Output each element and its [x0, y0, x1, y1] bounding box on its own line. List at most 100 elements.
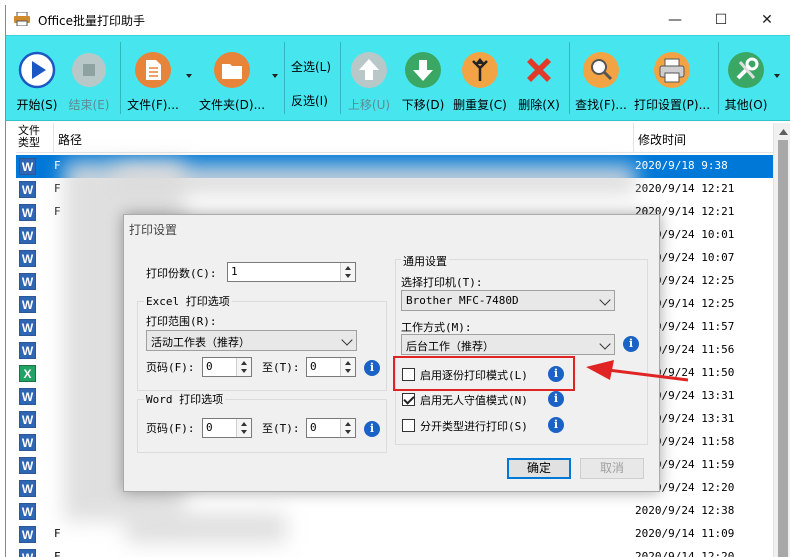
delete-button[interactable]: 删除(X) [514, 36, 564, 120]
table-row[interactable]: W F 2020/9/14 12:20 [16, 546, 773, 557]
redacted-path-area [116, 165, 636, 195]
maximize-button[interactable]: ☐ [698, 5, 744, 35]
row-modified-time: 2020/9/14 11:09 [635, 527, 735, 540]
word-file-icon: W [19, 480, 36, 497]
file-icon [133, 50, 173, 90]
spin-up-icon[interactable] [345, 361, 351, 365]
word-file-icon: W [19, 503, 36, 520]
app-root: Office批量打印助手 — ☐ ✕ 开始(S) 结束(E) 文件(F)... … [0, 0, 790, 557]
word-file-icon: W [19, 342, 36, 359]
spin-up-icon[interactable] [241, 361, 247, 365]
unattended-checkbox[interactable] [402, 393, 415, 406]
move-down-button[interactable]: 下移(D) [398, 36, 448, 120]
page-to-spinner[interactable]: 0 [306, 357, 356, 377]
excel-info-icon[interactable]: i [364, 360, 380, 376]
column-header-path[interactable]: 路径 [54, 123, 634, 153]
printer-label: 选择打印机(T): [401, 276, 483, 289]
range-value: 活动工作表（推荐） [151, 336, 250, 349]
ok-button[interactable]: 确定 [507, 458, 571, 479]
spin-up-icon[interactable] [345, 422, 351, 426]
stop-button[interactable]: 结束(E) [66, 36, 112, 120]
general-group-label: 通用设置 [401, 253, 449, 269]
other-button[interactable]: 其他(O) [722, 36, 770, 120]
svg-text:W: W [22, 436, 34, 450]
page-from-spinner[interactable]: 0 [202, 357, 252, 377]
excel-group-label: Excel 打印选项 [144, 293, 232, 309]
redacted-path-area [126, 513, 286, 543]
range-label: 打印范围(R): [146, 315, 217, 328]
column-type-line2: 类型 [18, 136, 40, 149]
row-path: F [54, 550, 61, 557]
svg-text:W: W [22, 229, 34, 243]
word-file-icon: W [19, 411, 36, 428]
word-file-icon: W [19, 319, 36, 336]
word-file-icon: W [19, 204, 36, 221]
word-file-icon: W [19, 388, 36, 405]
find-button[interactable]: 查找(F)... [573, 36, 629, 120]
arrow-down-icon [403, 50, 443, 90]
work-mode-value: 后台工作（推荐） [406, 340, 494, 353]
spin-down-icon[interactable] [241, 369, 247, 373]
printer-select[interactable]: Brother MFC-7480D [401, 290, 615, 311]
scroll-up-icon[interactable] [774, 123, 790, 140]
row-modified-time: 2020/9/18 9:38 [635, 159, 728, 172]
vertical-scrollbar[interactable] [773, 123, 790, 557]
work-mode-label: 工作方式(M): [401, 321, 472, 334]
spin-up-icon[interactable] [345, 266, 351, 270]
copies-spinner[interactable]: 1 [227, 262, 356, 282]
file-dropdown-arrow[interactable] [186, 74, 192, 78]
word-file-icon: W [19, 457, 36, 474]
column-header-time[interactable]: 修改时间 [634, 123, 773, 153]
spin-up-icon[interactable] [241, 422, 247, 426]
work-mode-info-icon[interactable]: i [623, 336, 639, 352]
folder-dropdown-arrow[interactable] [272, 74, 278, 78]
move-up-button[interactable]: 上移(U) [344, 36, 394, 120]
delete-duplicates-button[interactable]: 删重复(C) [452, 36, 508, 120]
spin-down-icon[interactable] [345, 430, 351, 434]
print-settings-button[interactable]: 打印设置(P)... [633, 36, 711, 120]
cancel-button[interactable]: 取消 [580, 458, 644, 479]
svg-text:W: W [22, 482, 34, 496]
scrollbar-thumb[interactable] [778, 140, 788, 557]
column-path-label: 路径 [58, 133, 83, 147]
spin-down-icon[interactable] [345, 274, 351, 278]
arrow-up-icon [349, 50, 389, 90]
print-by-type-info-icon[interactable]: i [548, 417, 564, 433]
stop-label: 结束(E) [68, 98, 110, 112]
svg-text:W: W [22, 528, 34, 542]
range-select[interactable]: 活动工作表（推荐） [146, 330, 357, 351]
print-by-type-checkbox[interactable] [402, 419, 415, 432]
title-bar: Office批量打印助手 — ☐ ✕ [6, 5, 790, 35]
add-folder-button[interactable]: 文件夹(D)... [196, 36, 268, 120]
close-button[interactable]: ✕ [744, 5, 790, 35]
spin-down-icon[interactable] [241, 430, 247, 434]
word-file-icon: W [19, 227, 36, 244]
other-dropdown-arrow[interactable] [774, 74, 780, 78]
add-file-button[interactable]: 文件(F)... [124, 36, 182, 120]
word-info-icon[interactable]: i [364, 421, 380, 437]
word-file-icon: W [19, 296, 36, 313]
invert-selection-button[interactable]: 反选(I) [291, 92, 328, 109]
spin-down-icon[interactable] [345, 369, 351, 373]
column-header-type[interactable]: 文件 类型 [16, 123, 54, 153]
row-modified-time: 2020/9/14 12:21 [635, 182, 735, 195]
unattended-info-icon[interactable]: i [548, 391, 564, 407]
svg-text:W: W [22, 459, 34, 473]
print-by-type-label: 分开类型进行打印(S) [420, 420, 528, 433]
svg-text:W: W [22, 252, 34, 266]
toolbar-separator [284, 42, 285, 114]
toolbar-separator [120, 42, 121, 114]
svg-text:W: W [22, 321, 34, 335]
folder-label: 文件夹(D)... [198, 98, 266, 112]
word-page-from-label: 页码(F): [146, 422, 195, 435]
word-page-from-spinner[interactable]: 0 [202, 418, 252, 438]
word-page-to-label: 至(T): [262, 422, 300, 435]
page-from-label: 页码(F): [146, 361, 195, 374]
start-button[interactable]: 开始(S) [14, 36, 60, 120]
word-page-to-spinner[interactable]: 0 [306, 418, 356, 438]
word-file-icon: W [19, 273, 36, 290]
select-all-button[interactable]: 全选(L) [291, 58, 331, 75]
play-icon [17, 50, 57, 90]
delete-duplicates-label: 删重复(C) [453, 98, 507, 112]
minimize-button[interactable]: — [652, 5, 698, 35]
